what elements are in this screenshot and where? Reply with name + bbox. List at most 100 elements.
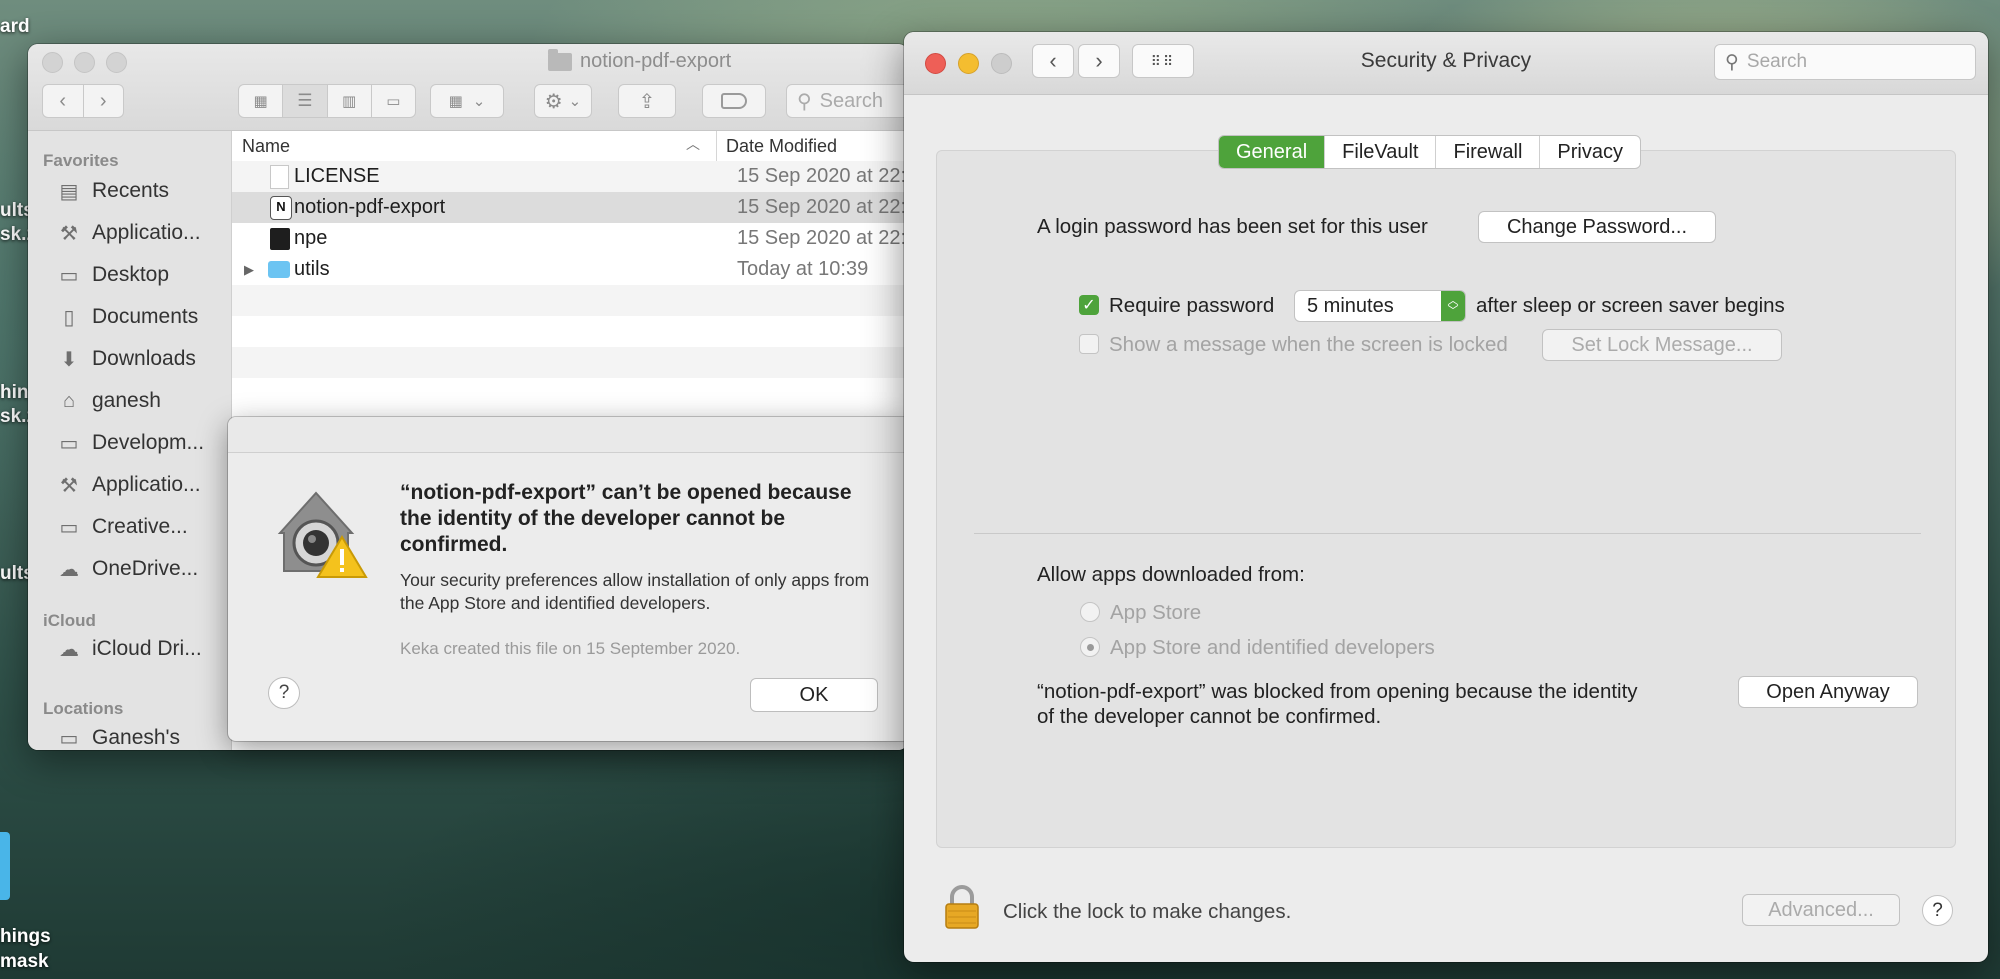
advanced-button[interactable]: Advanced... [1742, 894, 1900, 926]
close-button[interactable] [42, 52, 63, 73]
prefs-titlebar[interactable]: ‹ › ⠿⠿ Security & Privacy ⚲ Search [904, 32, 1988, 95]
finder-titlebar[interactable]: notion-pdf-export ‹ › ▦ ☰ ▥ ▭ ▦ ⌄ ⚙ ⌄ ⇪ ⚲ … [28, 44, 908, 131]
sidebar-item-documents[interactable]: ▯ Documents [56, 302, 198, 332]
show-message-checkbox[interactable] [1079, 334, 1099, 354]
list-view-icon[interactable]: ☰ [283, 85, 328, 117]
dialog-note: Keka created this file on 15 September 2… [400, 639, 741, 658]
prefs-tab-bar: General FileVault Firewall Privacy [1218, 135, 1641, 169]
sidebar-item-home[interactable]: ⌂ ganesh [56, 386, 161, 416]
sidebar-item-label: ganesh [92, 389, 161, 412]
set-lock-message-button[interactable]: Set Lock Message... [1542, 329, 1782, 361]
sidebar-item-label: Developm... [92, 431, 205, 454]
show-message-label: Show a message when the screen is locked [1109, 333, 1508, 356]
stepper-arrows-icon: ︿ ﹀ [1441, 291, 1465, 321]
search-placeholder: Search [819, 89, 884, 112]
sidebar-item-disk[interactable]: ▭ Ganesh's [56, 723, 181, 750]
radio-app-store-label: App Store [1110, 601, 1202, 624]
select-value: 5 minutes [1307, 295, 1394, 317]
disclosure-triangle-icon[interactable]: ▶ [244, 262, 254, 278]
after-sleep-text: after sleep or screen saver begins [1476, 294, 1785, 317]
sidebar-item-label: Applicatio... [92, 473, 201, 496]
sidebar-item-applications-2[interactable]: ⚒ Applicatio... [56, 470, 201, 500]
desktop-file-icon[interactable] [0, 832, 10, 900]
downloads-icon: ⬇ [60, 348, 78, 371]
password-interval-select[interactable]: 5 minutes ︿ ﹀ [1294, 290, 1466, 322]
documents-icon: ▯ [63, 306, 75, 329]
column-header-name[interactable]: Name [242, 136, 290, 157]
sidebar-item-label: Applicatio... [92, 221, 201, 244]
sidebar-item-recents[interactable]: ▤ Recents [56, 176, 170, 206]
desktop-item-label[interactable]: ard [0, 16, 30, 38]
file-row[interactable]: ▶ utils Today at 10:39 [232, 254, 908, 285]
sidebar-item-onedrive[interactable]: ☁ OneDrive... [56, 554, 198, 584]
sidebar-item-creative[interactable]: ▭ Creative... [56, 512, 188, 542]
radio-app-store[interactable] [1080, 602, 1100, 622]
sidebar-item-label: Documents [92, 305, 199, 328]
column-view-icon[interactable]: ▥ [328, 85, 372, 117]
sidebar-item-applications[interactable]: ⚒ Applicatio... [56, 218, 201, 248]
forward-button[interactable]: › [84, 85, 124, 117]
sidebar-item-label: Recents [92, 179, 170, 202]
finder-search-field[interactable]: ⚲ Search [786, 84, 908, 118]
disk-icon: ▭ [59, 727, 79, 750]
general-tab-panel [936, 150, 1956, 848]
desktop-icon: ▭ [59, 264, 79, 287]
file-row-selected[interactable]: N notion-pdf-export 15 Sep 2020 at 22: [232, 192, 908, 223]
back-button[interactable]: ‹ [43, 85, 84, 117]
applications-icon: ⚒ [60, 222, 78, 245]
icon-view-icon[interactable]: ▦ [239, 85, 284, 117]
tab-firewall[interactable]: Firewall [1436, 136, 1541, 168]
file-name: utils [294, 258, 330, 280]
finder-sidebar: Favorites ▤ Recents ⚒ Applicatio... ▭ Deskt… [28, 131, 232, 750]
sort-ascending-icon[interactable]: ︿ [686, 134, 700, 154]
change-password-button[interactable]: Change Password... [1478, 211, 1716, 243]
action-button[interactable]: ⚙ ⌄ [534, 84, 592, 118]
open-anyway-button[interactable]: Open Anyway [1738, 676, 1918, 708]
ok-button[interactable]: OK [750, 678, 878, 712]
file-list-header: Name ︿ Date Modified [232, 131, 908, 162]
help-button[interactable]: ? [268, 677, 300, 709]
column-header-date[interactable]: Date Modified [726, 136, 837, 157]
gallery-view-icon[interactable]: ▭ [372, 85, 415, 117]
lock-icon[interactable] [944, 885, 980, 929]
tab-privacy[interactable]: Privacy [1540, 136, 1640, 168]
search-icon: ⚲ [797, 90, 812, 113]
dialog-message: Your security preferences allow installa… [400, 570, 870, 613]
column-divider[interactable] [716, 131, 717, 161]
blocked-app-text: “notion-pdf-export” was blocked from ope… [1037, 680, 1638, 703]
tab-general[interactable]: General [1219, 136, 1326, 168]
zoom-button[interactable] [106, 52, 127, 73]
folder-icon [548, 48, 572, 71]
sidebar-item-desktop[interactable]: ▭ Desktop [56, 260, 170, 290]
group-button[interactable]: ▦ ⌄ [430, 84, 504, 118]
desktop-item-label[interactable]: mask [0, 951, 49, 973]
tab-filevault[interactable]: FileVault [1325, 136, 1437, 168]
minimize-button[interactable] [74, 52, 95, 73]
file-date: Today at 10:39 [737, 258, 869, 280]
chevron-down-icon: ⌄ [568, 93, 582, 110]
file-date: 15 Sep 2020 at 22: [737, 165, 907, 187]
empty-row [232, 347, 908, 378]
tags-button[interactable] [702, 84, 766, 118]
sidebar-item-label: OneDrive... [92, 557, 199, 580]
help-button[interactable]: ? [1922, 895, 1953, 926]
file-row[interactable]: npe 15 Sep 2020 at 22: [232, 223, 908, 254]
security-privacy-window: ‹ › ⠿⠿ Security & Privacy ⚲ Search Gener… [904, 32, 1988, 962]
document-icon [270, 164, 289, 189]
recents-icon: ▤ [59, 180, 79, 203]
file-name: LICENSE [294, 165, 380, 187]
radio-identified-developers[interactable] [1080, 637, 1100, 657]
gatekeeper-alert-dialog: “notion-pdf-export” can’t be opened beca… [228, 417, 910, 741]
file-row[interactable]: LICENSE 15 Sep 2020 at 22: [232, 161, 908, 192]
desktop-item-label[interactable]: hings [0, 926, 51, 948]
share-button[interactable]: ⇪ [618, 84, 676, 118]
gatekeeper-warning-icon [277, 491, 368, 578]
require-password-checkbox[interactable]: ✓ [1079, 295, 1099, 315]
file-name: npe [294, 227, 328, 249]
folder-icon: ▭ [59, 516, 79, 539]
sidebar-item-downloads[interactable]: ⬇ Downloads [56, 344, 196, 374]
sidebar-item-label: iCloud Dri... [92, 637, 202, 660]
sidebar-item-development[interactable]: ▭ Developm... [56, 428, 205, 458]
sidebar-item-icloud-drive[interactable]: ☁ iCloud Dri... [56, 634, 202, 664]
prefs-search-field[interactable]: ⚲ Search [1714, 44, 1976, 80]
